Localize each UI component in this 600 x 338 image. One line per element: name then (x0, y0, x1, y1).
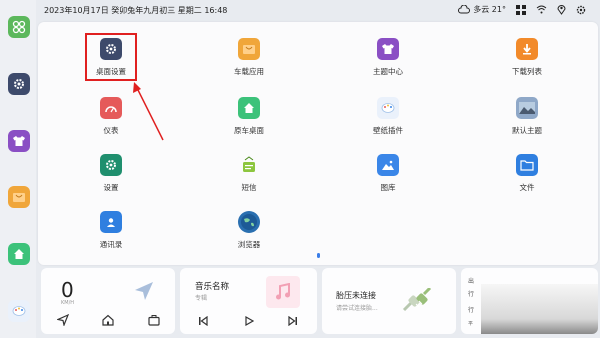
speed-unit: KM/H (61, 300, 75, 306)
trip-line-2: 行 (468, 291, 475, 298)
speed-value: 0 (61, 278, 74, 302)
trip-card[interactable]: 出 行 行 平 (461, 268, 598, 334)
tire-pressure-title: 胎压未连接 (336, 291, 376, 300)
navigation-arrow-icon (133, 280, 155, 302)
tire-pressure-card[interactable]: 胎压未连接 请尝试连接胎... (322, 268, 456, 334)
music-title: 音乐名称 (195, 282, 230, 292)
music-card[interactable]: 音乐名称 专辑 (180, 268, 317, 334)
music-note-icon (266, 276, 300, 308)
previous-track-icon[interactable] (198, 316, 208, 326)
plug-disconnected-icon (400, 288, 434, 316)
speed-card[interactable]: 0 KM/H (41, 268, 175, 334)
trip-chart-overlay (481, 284, 598, 334)
trip-line-3: 行 (468, 307, 475, 314)
briefcase-icon[interactable] (148, 314, 160, 326)
navigate-icon[interactable] (57, 314, 69, 326)
trip-line-4: 平 (468, 321, 474, 327)
home-nav-icon[interactable] (102, 314, 114, 326)
trip-line-1: 出 (468, 278, 475, 285)
page-indicator[interactable] (317, 253, 320, 258)
music-album: 专辑 (195, 295, 208, 302)
tire-pressure-subtitle: 请尝试连接胎... (336, 305, 378, 312)
play-icon[interactable] (244, 316, 254, 326)
next-track-icon[interactable] (288, 316, 298, 326)
